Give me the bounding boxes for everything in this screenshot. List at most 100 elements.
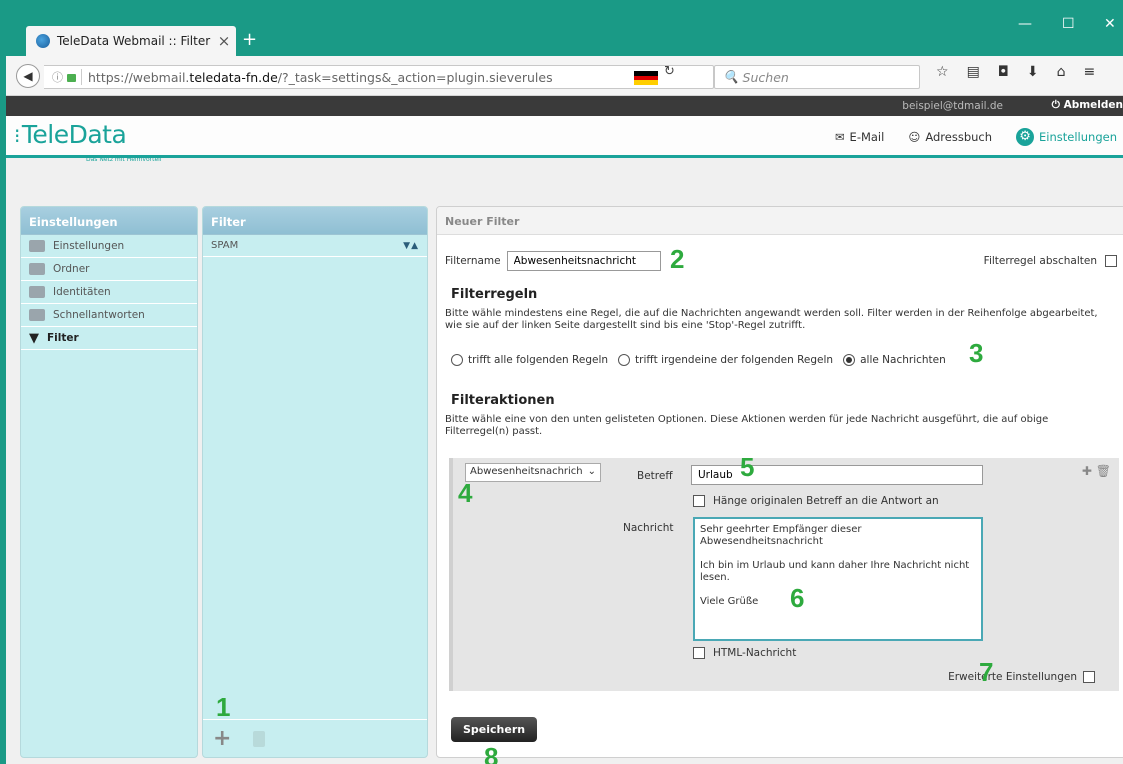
rules-heading: Filterregeln [451, 287, 538, 302]
logout-button[interactable]: ⏻ Abmelden [1052, 99, 1123, 112]
close-window-icon[interactable]: ✕ [1104, 16, 1116, 32]
filter-panel-footer: + [203, 719, 427, 757]
info-icon: ⓘ [52, 71, 63, 84]
logo-tagline: Das Netz mit Heimvorteil [86, 156, 162, 163]
save-button[interactable]: Speichern [451, 717, 538, 742]
filter-name-label: Filtername [445, 255, 501, 267]
minimize-icon[interactable]: — [1018, 16, 1032, 32]
annotation-3: 3 [969, 338, 984, 368]
settings-panel-title: Einstellungen [21, 207, 197, 235]
german-flag-icon[interactable] [634, 71, 658, 85]
annotation-8: 8 [484, 742, 499, 764]
subject-label: Betreff [637, 470, 673, 482]
app-header: ⁝TeleData Das Netz mit Heimvorteil ✉ E-Ma… [6, 116, 1123, 164]
folder-icon [29, 263, 45, 275]
url-prefix: https://webmail. [88, 69, 190, 85]
disable-filter-row: Filterregel abschalten [984, 255, 1117, 267]
actions-description: Bitte wähle eine von den unten gelistete… [445, 414, 1049, 437]
monitor-icon [29, 240, 45, 252]
annotation-7: 7 [979, 657, 994, 687]
sidebar-item-responses[interactable]: Schnellantworten [21, 304, 197, 327]
search-input[interactable]: 🔍 Suchen [714, 65, 920, 89]
nav-email[interactable]: ✉ E-Mail [835, 128, 884, 146]
tab-bar: TeleData Webmail :: Filter × + — ☐ ✕ [6, 6, 1123, 56]
bookmarks-icon[interactable]: ▤ [967, 64, 980, 80]
back-icon[interactable]: ◀ [16, 64, 40, 88]
document-icon [29, 309, 45, 321]
filter-name-row: Filtername [445, 251, 661, 271]
nav-settings[interactable]: ⚙ Einstellungen [1016, 128, 1117, 146]
radio-all-messages[interactable]: alle Nachrichten [843, 354, 946, 366]
filter-form: Neuer Filter Filtername Filterregel absc… [436, 206, 1123, 758]
delete-action-icon[interactable]: 🗑 [1096, 464, 1111, 478]
gear-icon: ⚙ [1016, 128, 1035, 146]
browser-window: TeleData Webmail :: Filter × + — ☐ ✕ ◀ ⓘ… [6, 6, 1123, 764]
url-bar[interactable]: ⓘ https://webmail. teledata-fn.de/?_task=… [44, 65, 714, 89]
action-row: Abwesenheitsnachrich⌄ Betreff Hänge orig… [449, 458, 1119, 691]
funnel-icon: ▼ [29, 330, 39, 346]
actions-heading: Filteraktionen [451, 393, 555, 408]
sidebar-item-identities[interactable]: Identitäten [21, 281, 197, 304]
advanced-settings-row: Erweiterte Einstellungen [948, 671, 1095, 683]
delete-filter-icon[interactable] [253, 730, 266, 747]
browser-tab[interactable]: TeleData Webmail :: Filter × [26, 26, 236, 56]
maximize-icon[interactable]: ☐ [1062, 16, 1075, 32]
radio-any-rule[interactable]: trifft irgendeine der folgenden Regeln [618, 354, 833, 366]
main-nav: ✉ E-Mail ☺ Adressbuch ⚙ Einstellungen [835, 128, 1117, 146]
lock-icon [67, 74, 76, 82]
subject-input[interactable] [691, 465, 983, 485]
url-path: /?_task=settings&_action=plugin.sieverul… [277, 69, 553, 85]
annotation-5: 5 [740, 452, 755, 482]
sidebar-item-folders[interactable]: Ordner [21, 258, 197, 281]
add-filter-button[interactable]: + [213, 726, 231, 751]
chevron-down-icon: ⌄ [587, 466, 596, 477]
close-tab-icon[interactable]: × [212, 32, 236, 50]
row-action-icons: ✚ 🗑 [1082, 464, 1111, 478]
annotation-4: 4 [458, 478, 473, 508]
bookmark-star-icon[interactable]: ☆ [936, 64, 949, 80]
url-host: teledata-fn.de [189, 69, 278, 85]
filter-item-spam[interactable]: SPAM ▼▲ [203, 235, 427, 257]
menu-icon[interactable]: ≡ [1084, 64, 1096, 80]
tab-title: TeleData Webmail :: Filter [57, 34, 211, 48]
toolbar-icons: ☆ ▤ ◘ ⬇ ⌂ ≡ [936, 64, 1095, 80]
nav-bar: ◀ ⓘ https://webmail. teledata-fn.de/?_tas… [6, 56, 1123, 96]
disable-filter-label: Filterregel abschalten [983, 255, 1097, 267]
sidebar-item-filter[interactable]: ▼ Filter [21, 327, 197, 350]
rules-description: Bitte wähle mindestens eine Regel, die a… [445, 308, 1098, 331]
copy-subject-row: Hänge originalen Betreff an die Antwort … [693, 495, 939, 507]
copy-subject-checkbox[interactable] [693, 495, 705, 507]
favicon-icon [36, 34, 50, 48]
envelope-icon: ✉ [834, 130, 845, 144]
user-email: beispiel@tdmail.de [902, 100, 1003, 112]
message-label: Nachricht [623, 522, 674, 534]
download-icon[interactable]: ⬇ [1027, 64, 1039, 80]
disable-filter-checkbox[interactable] [1105, 255, 1117, 267]
rule-radio-group: trifft alle folgenden Regeln trifft irge… [451, 354, 946, 366]
annotation-1: 1 [216, 692, 231, 722]
filter-name-input[interactable] [506, 251, 661, 271]
message-textarea[interactable]: Sehr geehrter Empfänger dieser Abwesendh… [693, 517, 983, 641]
annotation-2: 2 [670, 244, 685, 274]
sidebar-item-settings[interactable]: Einstellungen [21, 235, 197, 258]
add-action-icon[interactable]: ✚ [1082, 464, 1092, 478]
advanced-settings-checkbox[interactable] [1083, 671, 1095, 683]
html-message-checkbox[interactable] [693, 647, 705, 659]
pocket-icon[interactable]: ◘ [998, 64, 1009, 80]
home-icon[interactable]: ⌂ [1057, 64, 1066, 80]
contact-icon: ☺ [908, 130, 921, 144]
radio-all-rules[interactable]: trifft alle folgenden Regeln [451, 354, 608, 366]
reload-icon[interactable]: ↻ [664, 64, 675, 79]
teledata-logo[interactable]: ⁝TeleData Das Netz mit Heimvorteil [14, 122, 161, 164]
filter-panel: Filter SPAM ▼▲ + [202, 206, 428, 758]
reorder-arrows-icon[interactable]: ▼▲ [403, 241, 419, 251]
nav-addressbook[interactable]: ☺ Adressbuch [908, 128, 992, 146]
person-icon [29, 286, 45, 298]
account-strip: beispiel@tdmail.de ⏻ Abmelden [6, 96, 1123, 116]
html-message-row: HTML-Nachricht [693, 647, 796, 659]
form-title: Neuer Filter [437, 207, 1123, 235]
filter-panel-title: Filter [203, 207, 427, 235]
new-tab-icon[interactable]: + [242, 29, 257, 50]
action-select[interactable]: Abwesenheitsnachrich ⌄ [465, 463, 601, 482]
annotation-6: 6 [790, 583, 805, 613]
